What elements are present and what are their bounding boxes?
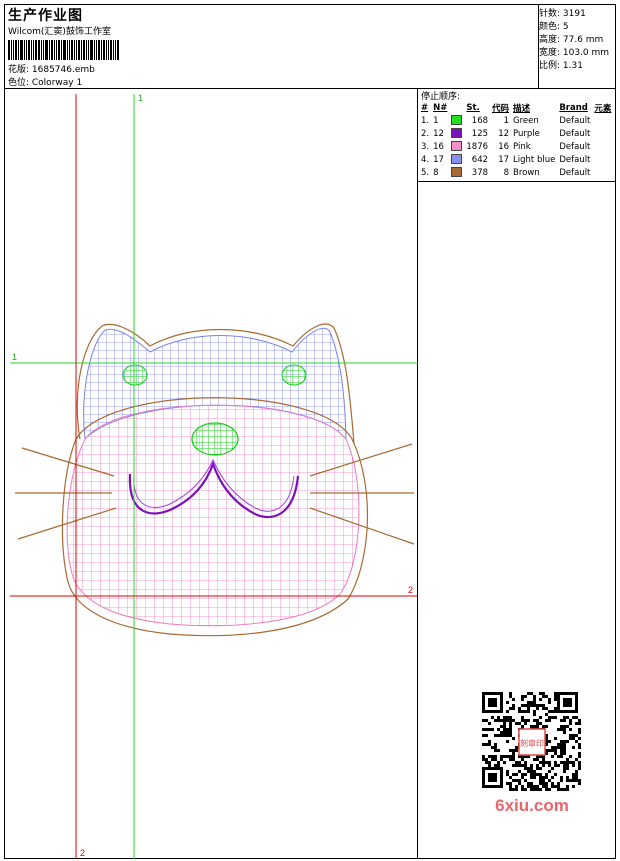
- row-swatch: [449, 140, 464, 153]
- guide-label-green-h: 1: [12, 352, 17, 362]
- row-brand: Default: [559, 141, 591, 152]
- color-swatch: [451, 141, 463, 152]
- row-stitches: 168: [471, 115, 489, 126]
- row-stitches: 378: [471, 167, 489, 178]
- color-row: 5. 8 378 8 Brown Default: [419, 166, 613, 179]
- row-stitches: 642: [471, 154, 489, 165]
- row-description: Light blue: [513, 154, 556, 165]
- color-count: 颜色: 5: [539, 22, 569, 32]
- col-needle: N#: [433, 102, 448, 113]
- row-swatch: [449, 166, 464, 179]
- row-index: 4.: [421, 154, 430, 165]
- qr-code: 刻章印 6xiu.com: [477, 687, 587, 815]
- color-row: 2. 12 125 12 Purple Default: [419, 127, 613, 140]
- row-description: Purple: [513, 128, 540, 139]
- row-element: [592, 166, 613, 179]
- row-needle: 8: [433, 167, 439, 178]
- row-brand: Default: [559, 128, 591, 139]
- design-file: 花版: 1685746.emb: [8, 65, 95, 75]
- stitch-count: 针数: 3191: [539, 9, 586, 19]
- colorway: 色位: Colorway 1: [8, 78, 83, 88]
- row-code: 1: [503, 115, 510, 126]
- guide-label-red-v: 2: [80, 848, 85, 858]
- color-row: 4. 17 642 17 Light blue Default: [419, 153, 613, 166]
- row-swatch: [449, 127, 464, 140]
- col-index: #: [421, 102, 429, 113]
- row-code: 12: [498, 128, 510, 139]
- row-needle: 17: [433, 154, 444, 165]
- company-name: Wilcom(汇窦)鼓饰工作室: [8, 27, 111, 37]
- design-height: 高度: 77.6 mm: [539, 35, 604, 45]
- table-divider: [417, 181, 615, 182]
- guide-label-red-h: 2: [408, 585, 413, 595]
- color-row: 1. 1 168 1 Green Default: [419, 114, 613, 127]
- guide-label-green-v: 1: [138, 94, 143, 103]
- row-element: [592, 140, 613, 153]
- color-swatch: [451, 154, 463, 165]
- header-divider: [5, 88, 615, 89]
- color-swatch: [451, 115, 463, 126]
- barcode: [8, 40, 120, 60]
- design-width: 宽度: 103.0 mm: [539, 48, 610, 58]
- left-eye: [122, 364, 148, 386]
- page-title: 生产作业图: [8, 8, 83, 24]
- row-element: [592, 114, 613, 127]
- col-description: 描述: [513, 103, 531, 114]
- watermark-text: 6xiu.com: [495, 796, 569, 815]
- row-index: 1.: [421, 115, 430, 126]
- row-description: Brown: [513, 167, 540, 178]
- row-needle: 12: [433, 128, 444, 139]
- color-sequence-table: # N# St. 代码 描述 Brand 元素 1. 1 168 1 Green Defa…: [419, 101, 613, 179]
- embroidery-preview: 1 1 2 2: [10, 94, 418, 859]
- col-element: 元素: [594, 103, 612, 114]
- row-description: Green: [513, 115, 539, 126]
- row-index: 3.: [421, 141, 430, 152]
- row-code: 8: [503, 167, 510, 178]
- row-index: 5.: [421, 167, 430, 178]
- production-sheet: 生产作业图 Wilcom(汇窦)鼓饰工作室 花版: 1685746.emb 色位…: [4, 4, 616, 859]
- row-code: 17: [498, 154, 510, 165]
- col-brand: Brand: [559, 102, 588, 113]
- row-brand: Default: [559, 167, 591, 178]
- row-element: [592, 127, 613, 140]
- design-scale: 比例: 1.31: [539, 61, 583, 71]
- row-stitches: 1876: [466, 141, 489, 152]
- row-element: [592, 153, 613, 166]
- color-swatch: [451, 167, 463, 178]
- row-swatch: [449, 114, 464, 127]
- row-description: Pink: [513, 141, 531, 152]
- right-eye: [281, 364, 307, 386]
- row-swatch: [449, 153, 464, 166]
- table-header-row: # N# St. 代码 描述 Brand 元素: [419, 101, 613, 114]
- seal-text: 刻章印: [520, 738, 544, 748]
- row-index: 2.: [421, 128, 430, 139]
- color-swatch: [451, 128, 463, 139]
- row-brand: Default: [559, 115, 591, 126]
- row-brand: Default: [559, 154, 591, 165]
- col-swatch: [449, 101, 464, 114]
- row-needle: 16: [433, 141, 444, 152]
- nose: [191, 422, 239, 456]
- col-stitches: St.: [466, 102, 480, 113]
- row-needle: 1: [433, 115, 439, 126]
- col-code: 代码: [492, 103, 510, 114]
- row-stitches: 125: [471, 128, 489, 139]
- color-row: 3. 16 1876 16 Pink Default: [419, 140, 613, 153]
- row-code: 16: [498, 141, 510, 152]
